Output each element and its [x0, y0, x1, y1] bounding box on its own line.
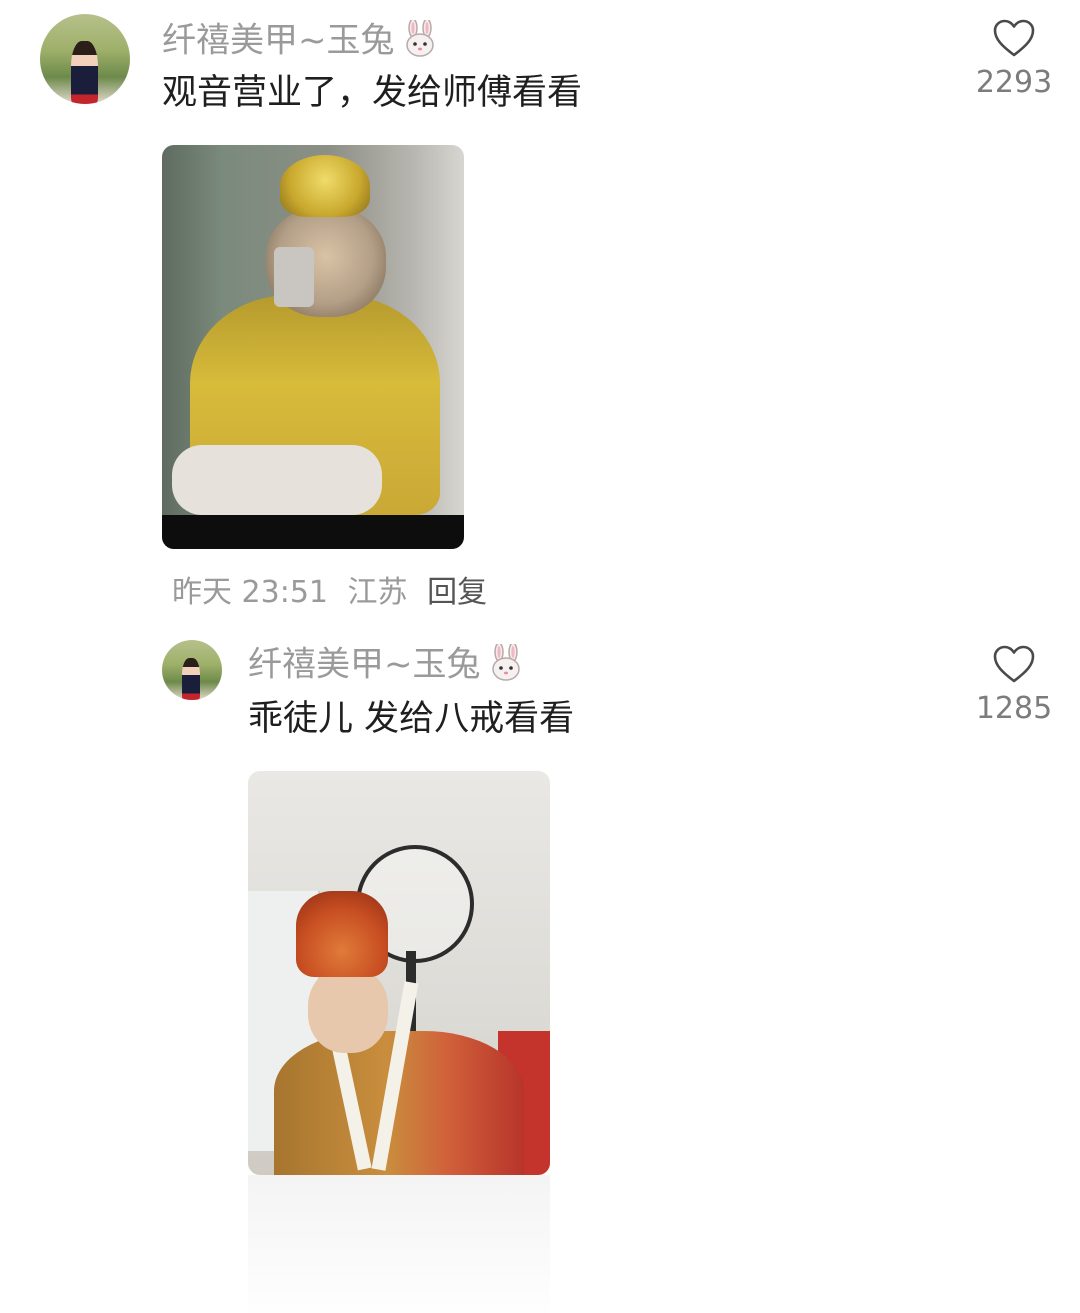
username[interactable]: 纤禧美甲~玉兔	[162, 18, 439, 64]
like-button[interactable]: 2293	[969, 18, 1059, 98]
image-figure-legs	[172, 445, 382, 515]
comment-time: 昨天 23:51	[172, 575, 328, 610]
username-text: 纤禧美甲~玉兔	[248, 644, 481, 685]
rabbit-icon	[487, 642, 525, 688]
avatar-person	[70, 41, 98, 104]
avatar[interactable]	[162, 640, 222, 700]
comment-location: 江苏	[347, 575, 408, 610]
username[interactable]: 纤禧美甲~玉兔	[248, 642, 525, 688]
comment-item: 纤禧美甲~玉兔 观音营业了，发给师傅看看 2293 昨天 23:51 江苏 回复	[0, 0, 1080, 620]
avatar[interactable]	[40, 14, 130, 104]
like-count: 1285	[975, 691, 1053, 726]
comment-image[interactable]	[248, 771, 550, 1175]
like-count: 2293	[975, 65, 1053, 100]
image-figure-hat	[280, 155, 370, 217]
comment-image[interactable]	[162, 145, 464, 549]
rabbit-icon	[401, 18, 439, 64]
username-text: 纤禧美甲~玉兔	[162, 20, 395, 61]
image-bottom-bar	[162, 515, 464, 549]
image-phone	[274, 247, 314, 307]
reply-button[interactable]: 回复	[427, 575, 487, 610]
like-button[interactable]: 1285	[969, 644, 1059, 724]
comment-text: 观音营业了，发给师傅看看	[162, 73, 583, 113]
heart-icon	[993, 19, 1035, 57]
avatar-person	[182, 658, 201, 700]
heart-icon	[993, 645, 1035, 683]
faded-image-overlay	[248, 1175, 550, 1313]
comment-text: 乖徒儿 发给八戒看看	[248, 699, 575, 739]
comment-meta: 昨天 23:51 江苏 回复	[172, 578, 497, 608]
image-figure-crown	[296, 891, 388, 977]
image-figure-face	[308, 967, 388, 1053]
